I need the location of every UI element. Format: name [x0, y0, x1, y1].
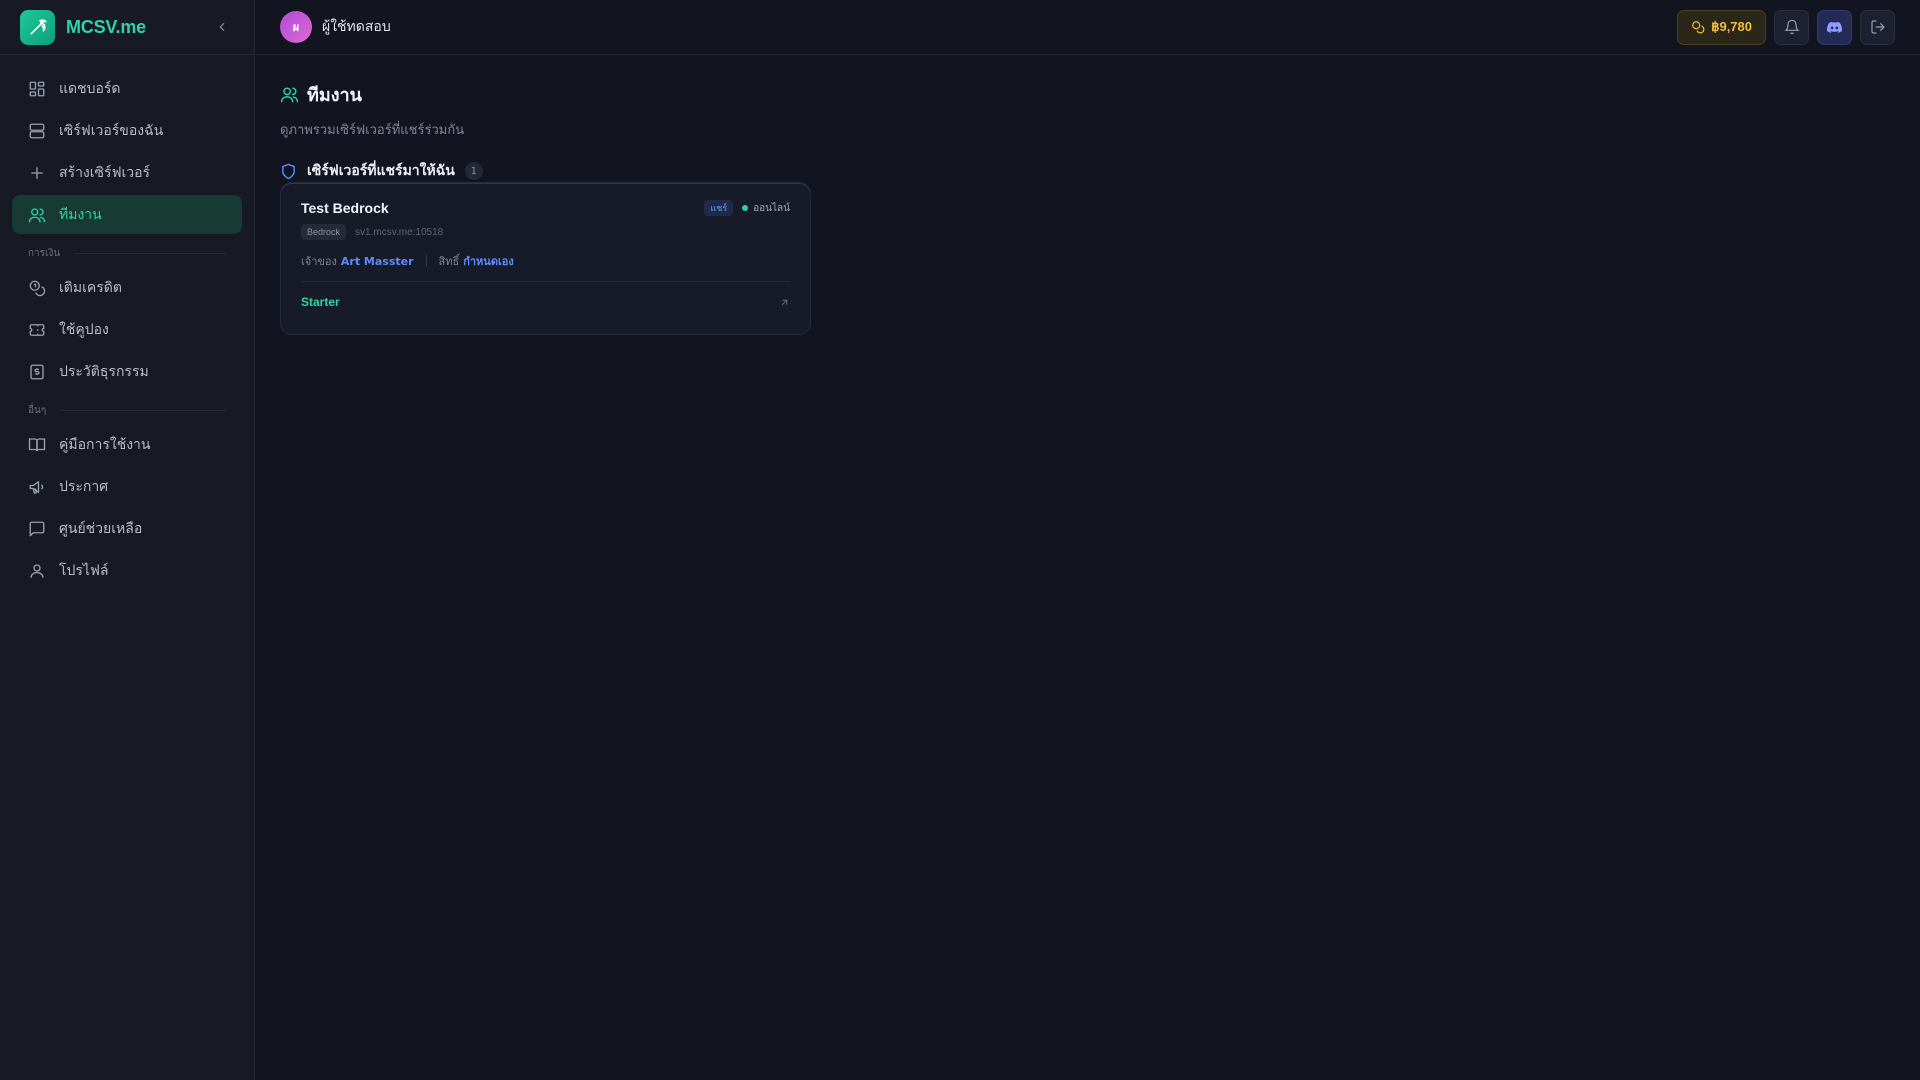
- coins-icon: [1691, 20, 1705, 34]
- brand-bar: MCSV.me: [0, 0, 254, 55]
- arrow-up-right-icon[interactable]: [779, 297, 790, 308]
- sidebar-item-announcements[interactable]: ประกาศ: [12, 467, 242, 506]
- sidebar-item-create-server[interactable]: สร้างเซิร์ฟเวอร์: [12, 153, 242, 192]
- owner-label: เจ้าของ: [301, 255, 337, 268]
- sidebar-item-label: ทีมงาน: [59, 206, 102, 223]
- credit-amount: ฿9,780: [1711, 19, 1752, 34]
- section-label-text: อื่นๆ: [28, 404, 47, 416]
- users-icon: [280, 85, 299, 104]
- sidebar-item-dashboard[interactable]: แดชบอร์ด: [12, 69, 242, 108]
- server-address: sv1.mcsv.me:10518: [355, 226, 444, 238]
- plan-name: Starter: [301, 295, 340, 309]
- card-badges: แชร์ ออนไลน์: [704, 200, 790, 216]
- section-title: เซิร์ฟเวอร์ที่แชร์มาให้ฉัน: [307, 163, 455, 179]
- logout-icon: [1870, 19, 1886, 35]
- page-title: ทีมงาน: [307, 85, 362, 106]
- owner-name: Art Masster: [340, 254, 414, 268]
- server-name: Test Bedrock: [301, 200, 389, 216]
- notifications-button[interactable]: [1774, 9, 1809, 45]
- card-owner-row: เจ้าของ Art Masster สิทธิ์ กำหนดเอง: [301, 252, 790, 270]
- share-badge: แชร์: [704, 200, 734, 216]
- avatar[interactable]: ผ: [280, 11, 312, 43]
- sidebar-item-transactions[interactable]: ประวัติธุรกรรม: [12, 352, 242, 391]
- sidebar-section-finance: การเงิน: [12, 238, 242, 268]
- book-icon: [28, 436, 46, 454]
- page-subtitle: ดูภาพรวมเซิร์ฟเวอร์ที่แชร์ร่วมกัน: [280, 123, 465, 138]
- bell-icon: [1783, 19, 1800, 35]
- sidebar-nav: แดชบอร์ด เซิร์ฟเวอร์ของฉัน สร้างเซิร์ฟเว…: [0, 55, 254, 607]
- sidebar-item-label: คู่มือการใช้งาน: [59, 436, 151, 453]
- sidebar-item-my-servers[interactable]: เซิร์ฟเวอร์ของฉัน: [12, 111, 242, 150]
- brand-name[interactable]: MCSV.me: [66, 17, 146, 38]
- permission-label: สิทธิ์: [438, 255, 460, 268]
- user-icon: [28, 562, 46, 580]
- sidebar-item-coupon[interactable]: ใช้คูปอง: [12, 310, 242, 349]
- plus-icon: [28, 164, 46, 182]
- sidebar-item-team[interactable]: ทีมงาน: [12, 195, 242, 234]
- main-content: ทีมงาน ดูภาพรวมเซิร์ฟเวอร์ที่แชร์ร่วมกัน…: [280, 80, 811, 335]
- discord-button[interactable]: [1817, 9, 1852, 45]
- sidebar-item-label: ศูนย์ช่วยเหลือ: [59, 520, 143, 537]
- header-actions: ฿9,780: [1677, 9, 1895, 45]
- chevron-left-icon[interactable]: [210, 15, 234, 39]
- sidebar-item-label: ประวัติธุรกรรม: [59, 363, 149, 380]
- top-header: ผ ผู้ใช้ทดสอบ ฿9,780: [256, 0, 1920, 55]
- message-icon: [28, 520, 46, 538]
- status-dot: [742, 205, 749, 211]
- sidebar-item-guide[interactable]: คู่มือการใช้งาน: [12, 425, 242, 464]
- app-root: MCSV.me แดชบอร์ด เซิร์ฟเวอร์ของฉัน สร้าง…: [0, 0, 1920, 1080]
- logout-button[interactable]: [1860, 9, 1895, 45]
- permission-value: กำหนดเอง: [463, 255, 514, 268]
- megaphone-icon: [28, 478, 46, 496]
- sidebar-item-label: ใช้คูปอง: [59, 321, 109, 338]
- coins-icon: [28, 279, 46, 297]
- server-card[interactable]: Test Bedrock แชร์ ออนไลน์ Bedrock sv1.mc…: [280, 182, 811, 335]
- sidebar-item-label: เซิร์ฟเวอร์ของฉัน: [59, 122, 164, 139]
- receipt-icon: [28, 363, 46, 381]
- shield-icon: [280, 163, 297, 180]
- status-badge: ออนไลน์: [742, 201, 790, 216]
- divider: [74, 252, 226, 254]
- shared-servers-heading: เซิร์ฟเวอร์ที่แชร์มาให้ฉัน 1: [280, 160, 483, 182]
- sidebar-section-other: อื่นๆ: [12, 395, 242, 425]
- sidebar-item-label: โปรไฟล์: [59, 562, 109, 579]
- sidebar-item-label: สร้างเซิร์ฟเวอร์: [59, 164, 151, 181]
- page-title-row: ทีมงาน: [280, 80, 483, 109]
- sidebar-item-topup[interactable]: เติมเครดิต: [12, 268, 242, 307]
- sidebar: MCSV.me แดชบอร์ด เซิร์ฟเวอร์ของฉัน สร้าง…: [0, 0, 255, 1080]
- sidebar-item-help-center[interactable]: ศูนย์ช่วยเหลือ: [12, 509, 242, 548]
- credit-button[interactable]: ฿9,780: [1677, 9, 1766, 45]
- sidebar-item-profile[interactable]: โปรไฟล์: [12, 551, 242, 590]
- discord-icon: [1826, 19, 1843, 36]
- edition-tag: Bedrock: [301, 224, 347, 240]
- card-meta: Bedrock sv1.mcsv.me:10518: [301, 224, 790, 240]
- users-icon: [28, 206, 46, 224]
- card-header: Test Bedrock แชร์ ออนไลน์: [301, 200, 790, 216]
- sidebar-item-label: ประกาศ: [59, 478, 109, 495]
- sidebar-item-label: แดชบอร์ด: [59, 80, 121, 97]
- pickaxe-icon[interactable]: [20, 9, 55, 45]
- count-badge: 1: [464, 162, 483, 180]
- ticket-icon: [28, 321, 46, 339]
- sidebar-item-label: เติมเครดิต: [59, 279, 122, 296]
- divider: [425, 255, 427, 267]
- section-label-text: การเงิน: [28, 247, 61, 259]
- dashboard-icon: [28, 80, 46, 98]
- username[interactable]: ผู้ใช้ทดสอบ: [322, 16, 391, 38]
- status-text: ออนไลน์: [753, 202, 790, 214]
- card-footer: Starter: [301, 282, 790, 322]
- server-icon: [28, 122, 46, 140]
- divider: [60, 409, 226, 411]
